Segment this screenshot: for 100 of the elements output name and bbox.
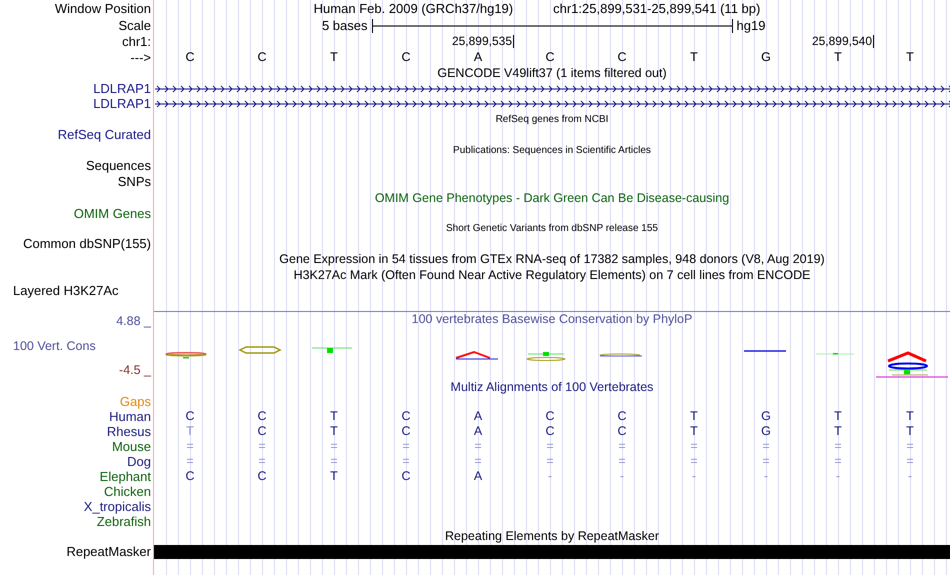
track-label: X_tropicalis — [84, 499, 151, 514]
track-label: ---> — [130, 50, 151, 64]
track-label: 100 Vert. Cons — [12, 338, 97, 352]
track-title: Multiz Alignments of 100 Vertebrates — [450, 380, 654, 395]
axis-max-label: 4.88 _ — [116, 314, 152, 328]
aligned-base: C — [545, 409, 555, 424]
track-label: Common dbSNP(155) — [23, 236, 151, 251]
base-letter: C — [185, 50, 195, 64]
aligned-base: T — [330, 469, 338, 484]
aligned-base: T — [834, 424, 842, 439]
track-title: GENCODE V49lift37 (1 items filtered out) — [437, 66, 667, 80]
aligned-base: = — [690, 454, 698, 469]
aligned-base: - — [764, 469, 768, 484]
aligned-base: C — [401, 469, 411, 484]
aligned-base: T — [906, 424, 914, 439]
track-label: chr1: — [122, 34, 151, 49]
aligned-base: = — [402, 454, 410, 469]
aligned-base: = — [186, 439, 194, 454]
track-label: Layered H3K27Ac — [13, 283, 119, 298]
axis-min-label: -4.5 _ — [119, 363, 152, 377]
aligned-base: = — [474, 454, 482, 469]
aligned-base: = — [546, 454, 554, 469]
track-label: Dog — [127, 454, 151, 469]
track-title: Gene Expression in 54 tissues from GTEx RNA-seq of 17382 samples, 948 donors (V8, Aug 2019) — [279, 252, 825, 267]
aligned-base: - — [548, 469, 552, 484]
assembly-label: hg19 — [736, 18, 766, 33]
aligned-base: = — [834, 439, 842, 454]
aligned-base: = — [474, 439, 482, 454]
aligned-base: T — [906, 409, 914, 424]
track-label: Zebrafish — [96, 514, 151, 529]
aligned-base: C — [185, 409, 195, 424]
aligned-base: T — [186, 424, 194, 439]
track-label: LDLRAP1 — [93, 81, 151, 96]
track-label: Rhesus — [106, 424, 151, 439]
track-label: Scale — [118, 18, 151, 33]
aligned-base: = — [186, 454, 194, 469]
aligned-base: = — [762, 454, 770, 469]
aligned-base: = — [690, 439, 698, 454]
track-label: SNPs — [118, 174, 151, 189]
track-label: Human — [109, 409, 151, 424]
base-letter: T — [690, 50, 698, 64]
aligned-base: - — [692, 469, 696, 484]
track-title: H3K27Ac Mark (Often Found Near Active Regulatory Elements) on 7 cell lines from ENCODE — [294, 268, 810, 283]
track-label: OMIM Genes — [74, 206, 151, 221]
aligned-base: C — [257, 469, 267, 484]
scale-text: 5 bases — [322, 18, 368, 33]
track-title: OMIM Gene Phenotypes - Dark Green Can Be Disease-causing — [374, 190, 730, 206]
aligned-base: T — [690, 409, 698, 424]
aligned-base: C — [185, 469, 195, 484]
aligned-base: = — [258, 439, 266, 454]
aligned-base: C — [545, 424, 555, 439]
track-label: Elephant — [100, 469, 151, 484]
aligned-base: = — [330, 439, 338, 454]
base-letter: C — [617, 50, 627, 64]
aligned-base: C — [617, 424, 627, 439]
track-label: Window Position — [54, 1, 151, 16]
aligned-base: = — [546, 439, 554, 454]
aligned-base: A — [474, 469, 482, 484]
aligned-base: = — [258, 454, 266, 469]
base-letter: G — [761, 50, 771, 64]
track-title: Repeating Elements by RepeatMasker — [444, 529, 659, 544]
aligned-base: C — [257, 424, 267, 439]
aligned-base: C — [401, 409, 411, 424]
base-letter: C — [545, 50, 555, 64]
aligned-base: - — [836, 469, 840, 484]
coordinate-label: 25,899,535 — [452, 35, 514, 48]
coordinate-label: 25,899,540 — [812, 35, 874, 48]
aligned-base: = — [906, 454, 914, 469]
track-label: RefSeq Curated — [58, 127, 151, 142]
assembly-name: Human Feb. 2009 (GRCh37/hg19) — [314, 1, 514, 16]
track-title: Publications: Sequences in Scientific Articles — [453, 144, 651, 158]
base-letter: A — [474, 50, 482, 64]
aligned-base: T — [330, 409, 338, 424]
aligned-base: = — [618, 454, 626, 469]
base-letter: T — [330, 50, 338, 64]
aligned-base: = — [906, 439, 914, 454]
track-label: Sequences — [86, 158, 151, 173]
track-title: Short Genetic Variants from dbSNP release 155 — [446, 222, 658, 236]
aligned-base: A — [474, 409, 482, 424]
track-label: RepeatMasker — [66, 544, 151, 559]
position-range: chr1:25,899,531-25,899,541 (11 bp) — [553, 1, 760, 16]
gene-strand-line[interactable] — [154, 85, 950, 92]
aligned-base: T — [834, 409, 842, 424]
aligned-base: = — [402, 439, 410, 454]
aligned-base: G — [761, 409, 771, 424]
track-label: Mouse — [112, 439, 151, 454]
track-label: LDLRAP1 — [93, 96, 151, 111]
aligned-base: - — [908, 469, 912, 484]
aligned-base: C — [617, 409, 627, 424]
base-letter: C — [401, 50, 411, 64]
aligned-base: C — [401, 424, 411, 439]
gene-strand-line[interactable] — [154, 100, 950, 107]
base-letter: T — [906, 50, 914, 64]
aligned-base: = — [762, 439, 770, 454]
track-title: 100 vertebrates Basewise Conservation by PhyloP — [412, 312, 692, 327]
aligned-base: A — [474, 424, 482, 439]
base-letter: T — [834, 50, 842, 64]
track-label: Gaps — [120, 394, 151, 409]
aligned-base: = — [618, 439, 626, 454]
aligned-base: T — [690, 424, 698, 439]
